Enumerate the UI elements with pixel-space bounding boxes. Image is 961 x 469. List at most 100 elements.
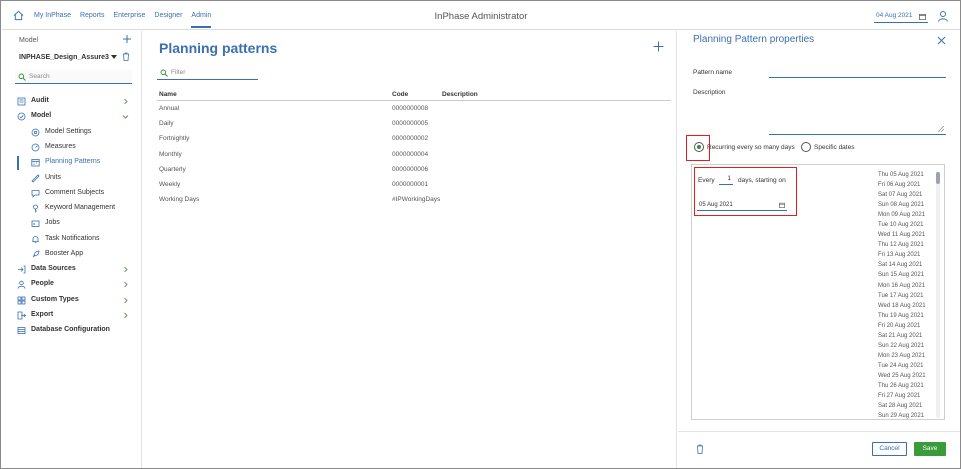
sidebar-item-label: Jobs	[45, 219, 60, 226]
scroll-thumb[interactable]	[936, 172, 940, 184]
close-icon[interactable]	[937, 36, 946, 45]
sidebar-item-audit[interactable]: Audit	[2, 95, 142, 109]
sidebar-item-measures[interactable]: Measures	[2, 141, 142, 155]
date-list-item: Wed 25 Aug 2021	[878, 372, 926, 379]
sidebar-item-label: Measures	[45, 143, 76, 150]
pattern-name-input[interactable]	[769, 77, 946, 78]
table-row[interactable]: Weekly 0000000001	[157, 177, 671, 192]
cancel-button[interactable]: Cancel	[872, 442, 907, 456]
main-content: Planning patterns Filter Name Code Descr…	[143, 31, 677, 468]
sidebar-item-label: Keyword Management	[45, 204, 116, 211]
recurring-radio-label[interactable]: Recurring every so many days	[707, 144, 795, 151]
chevron-down-icon[interactable]	[122, 113, 129, 120]
cell-name: Weekly	[159, 180, 181, 188]
panel-divider	[678, 431, 960, 432]
sidebar-item-units[interactable]: Units	[2, 172, 142, 186]
model-label: Model	[19, 37, 39, 44]
table-row[interactable]: Working Days #IPWorkingDays	[157, 192, 671, 207]
sidebar-item-people[interactable]: People	[2, 278, 142, 292]
export-icon	[17, 311, 26, 320]
sidebar-item-label: Model	[31, 112, 52, 119]
highlight-box-radio	[686, 135, 710, 161]
cell-code: 0000000008	[392, 105, 429, 112]
sidebar-item-model[interactable]: Model	[2, 110, 142, 124]
chevron-right-icon[interactable]	[122, 297, 129, 304]
caret-down-icon[interactable]	[111, 55, 117, 60]
description-input[interactable]	[769, 134, 946, 135]
resize-handle-icon[interactable]	[938, 126, 944, 132]
chevron-right-icon[interactable]	[122, 266, 129, 273]
date-list-item: Fri 27 Aug 2021	[878, 393, 921, 400]
table-row[interactable]: Quarterly 0000000006	[157, 162, 671, 177]
specific-dates-radio-label[interactable]: Specific dates	[814, 144, 854, 151]
app-title: InPhase Administrator	[434, 11, 528, 22]
cell-code: #IPWorkingDays	[392, 196, 441, 204]
sidebar-item-task-notifications[interactable]: Task Notifications	[2, 233, 142, 247]
mode-radio-group: Recurring every so many days Specific da…	[688, 141, 948, 155]
audit-icon	[17, 97, 26, 106]
sidebar-item-label: Export	[31, 311, 54, 318]
chevron-right-icon[interactable]	[122, 281, 129, 288]
trash-icon[interactable]	[696, 444, 704, 454]
cell-code: 0000000006	[392, 165, 429, 173]
settings-icon	[31, 128, 40, 137]
chevron-right-icon[interactable]	[122, 98, 129, 105]
cell-code: 0000000001	[392, 180, 429, 188]
cell-code: 0000000004	[392, 150, 429, 158]
table-row[interactable]: Monthly 0000000004	[157, 147, 671, 162]
user-icon[interactable]	[937, 10, 949, 22]
table-row[interactable]: Annual 0000000008	[157, 101, 671, 116]
sidebar-item-booster-app[interactable]: Booster App	[2, 248, 142, 262]
sidebar-item-label: Model Settings	[45, 128, 92, 135]
table-row[interactable]: Fortnightly 0000000002	[157, 131, 671, 146]
model-selector[interactable]: INPHASE_Design_Assure3	[19, 54, 109, 61]
properties-panel: Planning Pattern properties Pattern name…	[678, 31, 960, 468]
date-picker[interactable]: 04 Aug 2021	[874, 11, 928, 23]
sidebar-item-data-sources[interactable]: Data Sources	[2, 263, 142, 277]
generated-dates-list: Thu 05 Aug 2021 Fri 06 Aug 2021 Sat 07 Aug…	[878, 172, 934, 423]
patterns-table: Name Code Description Annual 0000000008 Da…	[157, 89, 671, 207]
sidebar-item-database-configuration[interactable]: Database Configuration	[2, 324, 142, 338]
rocket-icon	[32, 250, 40, 258]
sidebar-item-planning-patterns[interactable]: Planning Patterns	[2, 156, 142, 170]
column-code[interactable]: Code	[392, 91, 408, 98]
specific-dates-radio[interactable]	[801, 142, 811, 152]
sidebar-item-custom-types[interactable]: Custom Types	[2, 294, 142, 308]
jobs-icon	[31, 220, 40, 227]
sidebar-item-comment-subjects[interactable]: Comment Subjects	[2, 187, 142, 201]
custom-types-icon	[17, 296, 26, 305]
date-list-item: Sun 22 Aug 2021	[878, 342, 925, 349]
cell-name: Monthly	[159, 150, 182, 158]
chevron-right-icon[interactable]	[122, 312, 129, 319]
table-row[interactable]: Daily 0000000005	[157, 116, 671, 131]
add-pattern-icon[interactable]	[653, 41, 664, 52]
sidebar-item-jobs[interactable]: Jobs	[2, 217, 142, 231]
dates-scrollbar[interactable]	[936, 172, 940, 418]
cell-name: Quarterly	[159, 165, 186, 173]
column-name[interactable]: Name	[159, 91, 177, 98]
sidebar-item-label: Task Notifications	[45, 235, 100, 242]
save-button[interactable]: Save	[914, 442, 946, 456]
top-nav: My InPhase Reports Enterprise Designer Admin…	[2, 2, 960, 30]
highlight-box-recurrence	[694, 167, 797, 216]
cell-name: Working Days	[159, 196, 200, 204]
search-icon	[160, 69, 168, 77]
add-model-icon[interactable]	[122, 34, 132, 44]
sidebar-item-model-settings[interactable]: Model Settings	[2, 126, 142, 140]
sidebar-item-export[interactable]: Export	[2, 309, 142, 323]
ruler-icon	[31, 174, 40, 183]
calendar-icon	[919, 13, 926, 20]
filter-input[interactable]: Filter	[157, 66, 258, 80]
table-header: Name Code Description	[157, 89, 671, 101]
date-list-item: Mon 23 Aug 2021	[878, 352, 926, 359]
date-list-item: Thu 19 Aug 2021	[878, 312, 924, 319]
date-list-item: Thu 05 Aug 2021	[878, 172, 924, 178]
date-list-item: Sat 28 Aug 2021	[878, 403, 923, 410]
app-window: My InPhase Reports Enterprise Designer Admin…	[0, 0, 961, 469]
sidebar-search-input[interactable]: Search	[15, 70, 132, 84]
column-description[interactable]: Description	[442, 91, 478, 98]
trash-icon[interactable]	[122, 52, 130, 61]
date-list-item: Mon 09 Aug 2021	[878, 212, 926, 219]
sidebar-item-keyword-management[interactable]: Keyword Management	[2, 202, 142, 216]
search-icon	[18, 73, 26, 81]
